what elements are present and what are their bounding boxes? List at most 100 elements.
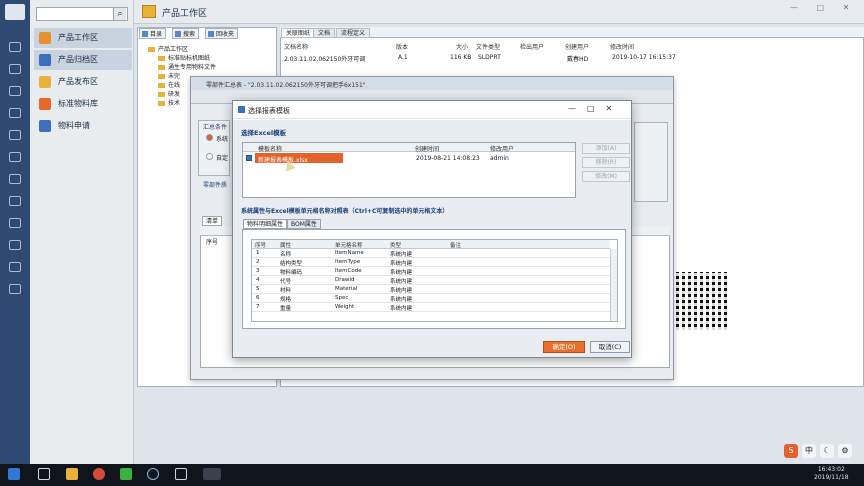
column-header[interactable]: 属性 <box>280 241 291 249</box>
task-view-icon[interactable] <box>38 468 50 480</box>
clock-date: 2019/11/18 <box>814 474 849 481</box>
search-icon[interactable]: ⌕ <box>113 8 126 20</box>
radio-system[interactable] <box>206 134 213 141</box>
column-header[interactable]: 文件类型 <box>476 42 500 51</box>
nav-item-material-request[interactable]: 物料申请 <box>34 116 132 136</box>
row-cell: Spec <box>335 295 349 301</box>
tree-node[interactable]: 标准贴标机图纸 <box>158 53 210 62</box>
cube-icon[interactable] <box>9 152 21 162</box>
grid-scrollbar[interactable] <box>610 249 617 321</box>
folder-icon <box>148 47 155 52</box>
tab-recycle[interactable]: 回收夹 <box>205 28 239 39</box>
column-header[interactable]: 大小 <box>456 42 468 51</box>
table-row[interactable]: 4 代号 DrawId 系统内建 <box>252 276 610 285</box>
column-header[interactable]: 备注 <box>450 241 461 249</box>
tree-node[interactable]: 通生专用物料文件 <box>158 62 216 71</box>
wechat-icon[interactable] <box>120 468 132 480</box>
edit-template-button[interactable]: 修改(M) <box>582 171 630 182</box>
tree-label: 研发 <box>168 91 181 98</box>
tree-node[interactable]: 研发 <box>158 89 180 98</box>
nav-item-label: 产品工作区 <box>58 33 98 42</box>
remove-template-button[interactable]: 移除(R) <box>582 157 630 168</box>
document-icon[interactable] <box>9 64 21 74</box>
tab-related-drawings[interactable]: 关联图纸 <box>281 28 316 38</box>
settings-icon[interactable]: ⚙ <box>838 444 852 458</box>
grid-icon[interactable] <box>9 196 21 206</box>
windows-start-icon[interactable] <box>8 468 20 480</box>
nav-item-standard-materials[interactable]: 标准物料库 <box>34 94 132 114</box>
tree-node[interactable]: 未完 <box>158 71 180 80</box>
column-header[interactable]: 序号 <box>206 237 218 246</box>
sogou-icon[interactable]: S <box>784 444 798 458</box>
table-row[interactable]: 2 结构类型 ItemType 系统内建 <box>252 258 610 267</box>
search-icon <box>175 31 181 37</box>
ok-button[interactable]: 确定(O) <box>543 341 585 353</box>
column-header[interactable]: 单元格名称 <box>335 241 363 249</box>
dialog-app-icon <box>238 106 245 113</box>
column-header[interactable]: 检出用户 <box>520 42 544 51</box>
table-row[interactable]: 7 重量 Weight 系统内建 <box>252 303 610 312</box>
radio-custom[interactable] <box>206 153 213 160</box>
column-header[interactable]: 修改时间 <box>610 42 634 51</box>
table-row[interactable]: 3 物料编码 ItemCode 系统内建 <box>252 267 610 276</box>
pdm-app-icon[interactable] <box>203 468 221 480</box>
nav-item-product-archive[interactable]: 产品归档区 <box>34 50 132 70</box>
column-header[interactable]: 文档名称 <box>284 42 308 51</box>
tree-label: 在线 <box>168 82 181 89</box>
column-header[interactable]: 创建用户 <box>565 42 589 51</box>
list-icon[interactable] <box>9 108 21 118</box>
tab-list[interactable]: 清单 <box>202 216 223 226</box>
add-template-button[interactable]: 添加(A) <box>582 143 630 154</box>
tab-documents[interactable]: 文档 <box>313 28 336 38</box>
column-header[interactable]: 修改用户 <box>490 144 514 153</box>
nav-item-product-workspace[interactable]: 产品工作区 <box>34 28 132 48</box>
chart-bar-icon[interactable] <box>9 262 21 272</box>
dialog-window-controls[interactable]: —□✕ <box>568 104 623 113</box>
cad-app-icon[interactable] <box>175 468 187 480</box>
monitor-icon[interactable] <box>9 42 21 52</box>
tree-root[interactable]: 产品工作区 <box>148 44 188 53</box>
column-header[interactable]: 类型 <box>390 241 401 249</box>
archive-icon <box>39 54 51 66</box>
folder-icon[interactable] <box>9 174 21 184</box>
user-icon[interactable] <box>9 218 21 228</box>
nav-item-product-release[interactable]: 产品发布区 <box>34 72 132 92</box>
cancel-button[interactable]: 取消(C) <box>590 341 630 353</box>
column-header[interactable]: 模板名称 <box>258 144 282 153</box>
tab-bom-attributes[interactable]: BOM属性 <box>287 219 321 229</box>
file-version-cell: A.1 <box>398 54 408 61</box>
row-no: 6 <box>256 295 260 301</box>
moon-icon[interactable]: ☾ <box>820 444 834 458</box>
browser-icon[interactable] <box>147 468 159 480</box>
row-type: 系统内建 <box>390 288 413 294</box>
chart-icon[interactable] <box>9 86 21 96</box>
ime-indicator[interactable]: 中 <box>802 444 816 458</box>
table-row[interactable]: 6 规格 Spec 系统内建 <box>252 294 610 303</box>
column-header[interactable]: 创建时间 <box>415 144 439 153</box>
row-cell: ItemCode <box>335 268 362 274</box>
tab-material-attributes[interactable]: 物料明细属性 <box>243 219 288 229</box>
tab-search[interactable]: 搜索 <box>172 28 200 39</box>
chrome-icon[interactable] <box>93 468 105 480</box>
table-row[interactable]: 5 材料 Material 系统内建 <box>252 285 610 294</box>
column-header[interactable]: 序号 <box>255 241 266 249</box>
row-no: 5 <box>256 286 260 292</box>
window-controls[interactable]: — □ ✕ <box>790 3 857 12</box>
tree-node[interactable]: 技术 <box>158 98 180 107</box>
folder-icon <box>158 92 165 97</box>
nav-item-label: 产品归档区 <box>58 55 98 64</box>
column-header[interactable]: 版本 <box>396 42 408 51</box>
file-type-cell: SLDPRT <box>478 54 501 61</box>
system-clock[interactable]: 16:43:02 2019/11/18 <box>814 466 849 482</box>
settings-icon[interactable] <box>9 240 21 250</box>
search-icon[interactable] <box>9 130 21 140</box>
tab-catalog[interactable]: 目录 <box>139 28 167 39</box>
folder-icon <box>158 74 165 79</box>
tree-node[interactable]: 在线 <box>158 80 180 89</box>
plus-icon[interactable] <box>9 284 21 294</box>
right-group-box <box>634 122 668 202</box>
tab-process[interactable]: 流程定义 <box>336 28 371 38</box>
file-name-cell[interactable]: 2.03.11.02.062150外牙可调 <box>284 54 365 63</box>
file-explorer-icon[interactable] <box>66 468 78 480</box>
table-row[interactable]: 1 名称 ItemName 系统内建 <box>252 249 610 258</box>
